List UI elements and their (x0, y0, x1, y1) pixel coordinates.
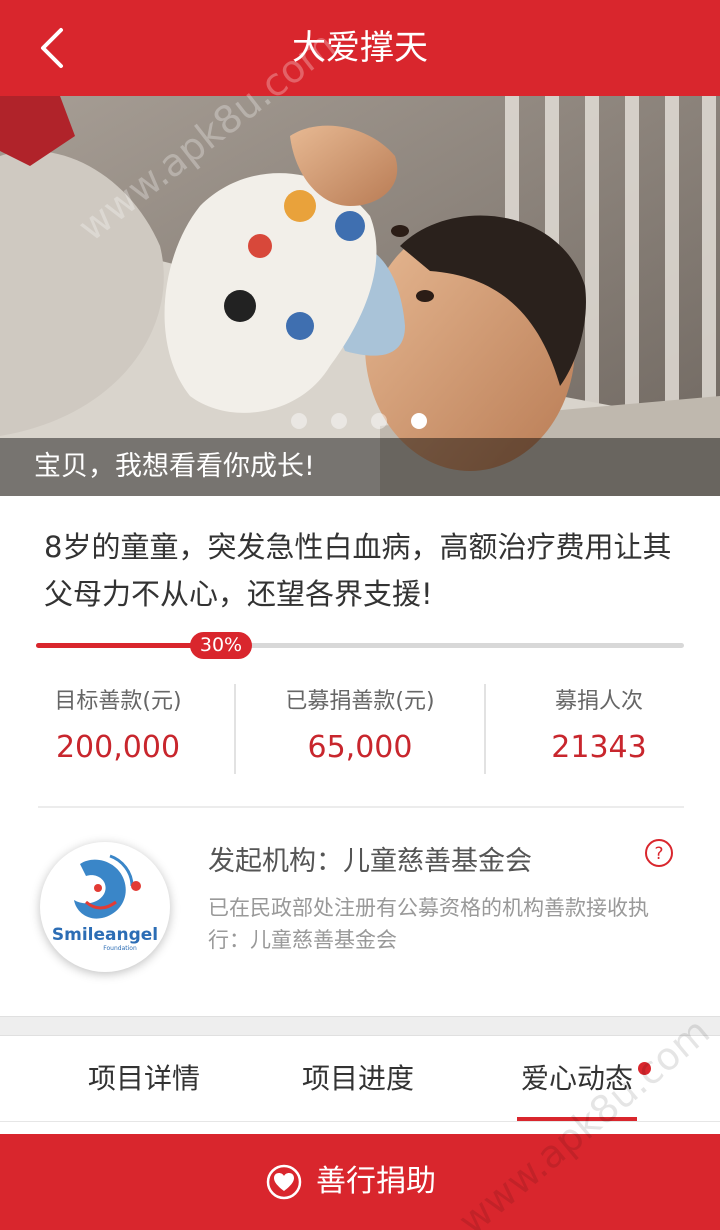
stat-label: 募捐人次 (554, 689, 643, 714)
carousel-dot[interactable] (291, 413, 307, 429)
section-spacer (0, 1016, 720, 1036)
carousel-dot[interactable] (371, 413, 387, 429)
banner-caption: 宝贝，我想看看你成长! (34, 451, 315, 482)
carousel-dot-active[interactable] (411, 413, 427, 429)
stat-value: 200,000 (55, 730, 181, 765)
banner-carousel[interactable]: 宝贝，我想看看你成长! (0, 96, 720, 496)
question-circle-icon: ? (645, 839, 673, 867)
banner-caption-bar: 宝贝，我想看看你成长! (0, 438, 720, 496)
organization-logo[interactable]: Smileangel Foundation (40, 842, 170, 972)
stat-target: 目标善款(元) 200,000 (0, 684, 236, 774)
tab-project-details[interactable]: 项目详情 (84, 1036, 204, 1122)
stat-raised: 已募捐善款(元) 65,000 (236, 684, 484, 774)
heart-icon (266, 1164, 302, 1200)
svg-text:?: ? (654, 844, 663, 864)
stat-value: 65,000 (307, 730, 413, 765)
donation-stats: 目标善款(元) 200,000 已募捐善款(元) 65,000 募捐人次 213… (0, 684, 720, 774)
organization-description: 已在民政部处注册有公募资格的机构善款接收执行：儿童慈善基金会 (208, 896, 649, 952)
top-bar: 大爱撑天 (0, 0, 720, 96)
logo-text: Smileangel (52, 925, 158, 945)
carousel-dot[interactable] (331, 413, 347, 429)
smileangel-logo: Smileangel Foundation (52, 854, 158, 952)
progress-badge: 30% (190, 632, 252, 659)
organization-title: 发起机构：儿童慈善基金会 (208, 846, 532, 877)
project-description: 8岁的童童，突发急性白血病，高额治疗费用让其父母力不从心，还望各界支援! (44, 530, 672, 611)
donate-button[interactable]: 善行捐助 (0, 1134, 720, 1230)
donate-button-label: 善行捐助 (316, 1164, 436, 1199)
section-divider (38, 806, 684, 808)
banner-photo (0, 96, 720, 496)
stat-value: 21343 (551, 730, 647, 765)
stat-donors: 募捐人次 21343 (486, 684, 712, 774)
logo-subtext: Foundation (103, 945, 137, 952)
stat-label: 已募捐善款(元) (285, 689, 435, 714)
progress-bar (36, 643, 684, 648)
page-title: 大爱撑天 (292, 28, 428, 68)
stat-label: 目标善款(元) (54, 689, 182, 714)
tab-project-progress[interactable]: 项目进度 (298, 1036, 418, 1122)
help-button[interactable]: ? (644, 838, 674, 868)
